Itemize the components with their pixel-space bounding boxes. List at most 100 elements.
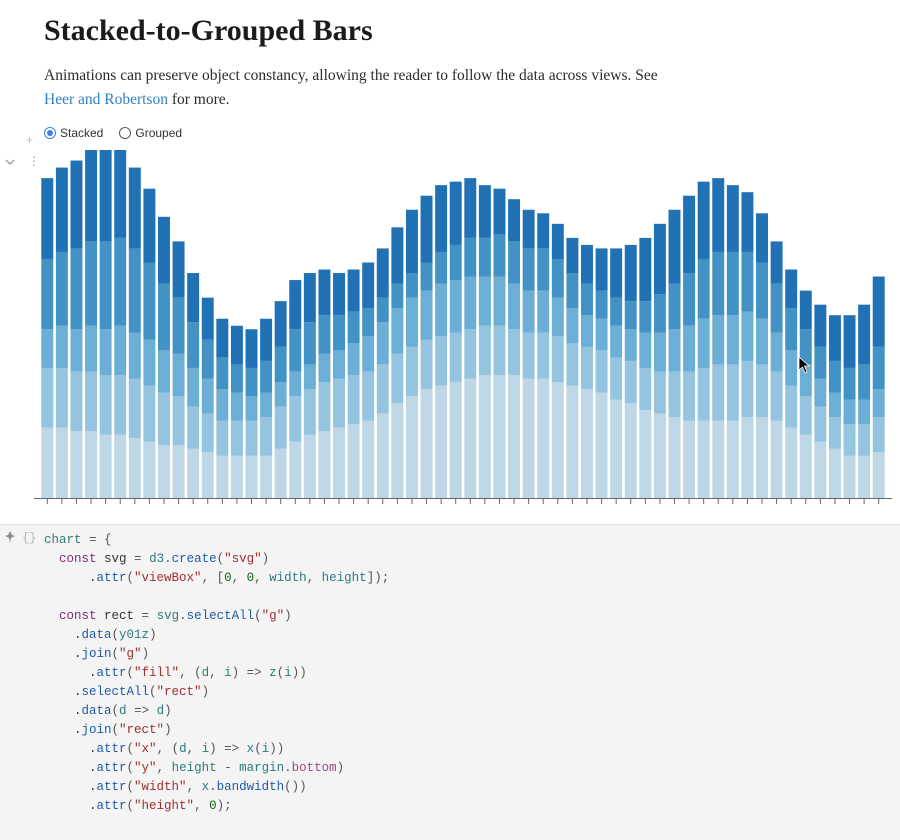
bar-segment [479,185,491,238]
code-content[interactable]: chart = { const svg = d3.create("svg") .… [44,531,892,816]
bar-segment [158,445,170,498]
bar-segment [829,417,841,449]
bar-segment [391,353,403,402]
bar-segment [348,269,360,311]
bar-segment [596,392,608,497]
bar-segment [698,181,710,258]
bar-segment [800,329,812,364]
bar-segment [129,332,141,378]
bar-segment [873,276,885,346]
bar-segment [275,382,287,407]
bar-segment [493,234,505,276]
bar-segment [785,269,797,308]
radio-grouped[interactable]: Grouped [119,126,182,140]
radio-stacked[interactable]: Stacked [44,126,103,140]
bar-segment [508,283,520,329]
bar-segment [114,150,126,238]
bar-segment [610,297,622,325]
bar-segment [318,382,330,431]
bar-segment [639,410,651,498]
bar-segment [318,353,330,381]
bar-segment [362,262,374,308]
bar-segment [231,392,243,420]
bar-segment [712,364,724,420]
bar-segment [523,332,535,378]
bar-segment [260,392,272,417]
bar-segment [727,185,739,252]
bar-segment [289,396,301,442]
bar-segment [756,364,768,417]
radio-grouped-label: Grouped [135,126,182,140]
bar-segment [216,455,228,497]
bar-segment [727,251,739,314]
bar-segment [114,237,126,325]
bar-segment [187,367,199,406]
bar-segment [654,294,666,333]
bar-segment [858,424,870,456]
collapse-chevron-icon[interactable] [4,156,16,171]
bar-segment [85,241,97,325]
bar-segment [785,308,797,350]
bar-segment [508,241,520,283]
bar-segment [493,375,505,498]
bar-segment [552,223,564,258]
bar-segment [683,325,695,371]
bar-segment [158,216,170,283]
bar-segment [406,297,418,346]
bar-segment [56,427,68,497]
bar-segment [348,424,360,498]
bar-segment [683,195,695,272]
bar-segment [698,367,710,420]
bar-segment [85,431,97,498]
bar-segment [260,318,272,360]
bar-segment [858,399,870,424]
bar-segment [41,178,53,259]
bar-segment [318,431,330,498]
bar-segment [566,308,578,343]
bar-segment [625,360,637,402]
bar-segment [552,259,564,298]
bar-segment [493,325,505,374]
bar-segment [348,375,360,424]
bar-segment [304,273,316,322]
bar-segment [669,371,681,417]
bar-segment [304,364,316,389]
bar-segment [464,237,476,276]
cell-type-icon: {} [22,531,36,545]
intro-link[interactable]: Heer and Robertson [44,91,168,108]
bar-segment [143,441,155,497]
pin-icon[interactable] [4,531,16,546]
bar-segment [683,371,695,420]
add-cell-icon[interactable]: + [26,133,33,147]
bar-segment [596,318,608,350]
bar-segment [318,269,330,315]
bar-segment [552,297,564,336]
intro-text: Animations can preserve object constancy… [44,64,684,112]
bar-segment [508,329,520,375]
bar-segment [537,332,549,378]
bar-segment [785,350,797,385]
bar-segment [348,343,360,375]
bar-segment [421,290,433,339]
bar-segment [581,315,593,347]
bar-segment [566,273,578,308]
bar-segment [829,392,841,417]
bar-segment [814,406,826,441]
code-cell[interactable]: {} chart = { const svg = d3.create("svg"… [0,524,900,840]
bar-segment [318,315,330,354]
bar-segment [85,325,97,371]
bar-segment [202,339,214,378]
bar-segment [727,420,739,497]
bar-segment [727,315,739,364]
bar-segment [800,434,812,497]
bar-segment [800,364,812,396]
bar-segment [391,308,403,354]
bar-segment [129,167,141,248]
bar-segment [348,311,360,343]
bar-segment [654,413,666,497]
bar-segment [391,403,403,498]
bar-segment [479,375,491,498]
bar-segment [464,178,476,238]
bar-segment [114,325,126,374]
bar-segment [829,315,841,361]
